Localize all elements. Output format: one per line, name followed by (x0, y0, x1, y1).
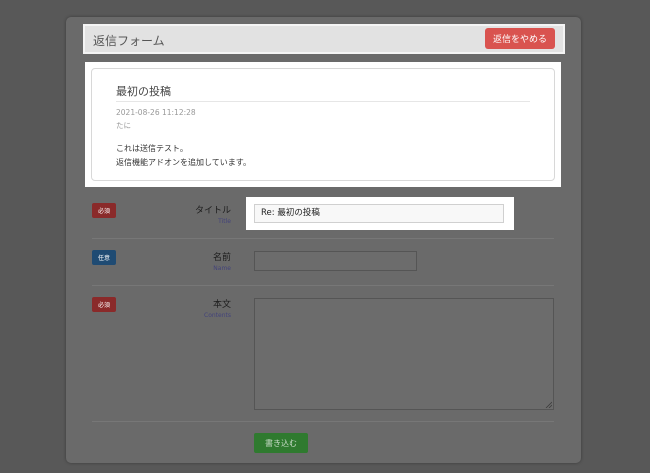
title-field-highlight: Re: 最初の投稿 (246, 197, 514, 230)
post-date: 2021-08-26 11:12:28 (116, 108, 196, 117)
post-body-line: これは送信テスト。 (116, 144, 188, 153)
contents-textarea[interactable] (254, 298, 554, 410)
name-input[interactable] (254, 251, 417, 271)
form-title: 返信フォーム (93, 34, 165, 48)
row-divider (92, 421, 554, 422)
cancel-reply-button[interactable]: 返信をやめる (485, 28, 555, 49)
title-label: タイトル (194, 206, 231, 216)
optional-badge: 任意 (92, 250, 116, 265)
contents-sublabel: Contents (204, 312, 231, 319)
post-body-line: 返信機能アドオンを追加しています。 (116, 158, 251, 167)
post-divider (116, 101, 530, 102)
name-label: 名前 (212, 253, 231, 263)
contents-label: 本文 (212, 300, 231, 310)
required-badge: 必須 (92, 203, 116, 218)
form-header: 返信フォーム 返信をやめる (85, 26, 563, 52)
post-author: たに (116, 121, 131, 130)
submit-button[interactable]: 書き込む (254, 433, 308, 453)
row-divider (92, 285, 554, 286)
row-divider (92, 238, 554, 239)
post-container: 最初の投稿 2021-08-26 11:12:28 たに これは送信テスト。 返… (91, 68, 555, 181)
name-sublabel: Name (213, 265, 231, 272)
required-badge: 必須 (92, 297, 116, 312)
title-sublabel: Title (218, 218, 231, 225)
post-title: 最初の投稿 (116, 85, 171, 98)
original-post-card: 最初の投稿 2021-08-26 11:12:28 たに これは送信テスト。 返… (85, 62, 561, 187)
title-input[interactable]: Re: 最初の投稿 (254, 204, 504, 223)
resize-handle-icon[interactable] (545, 401, 552, 408)
